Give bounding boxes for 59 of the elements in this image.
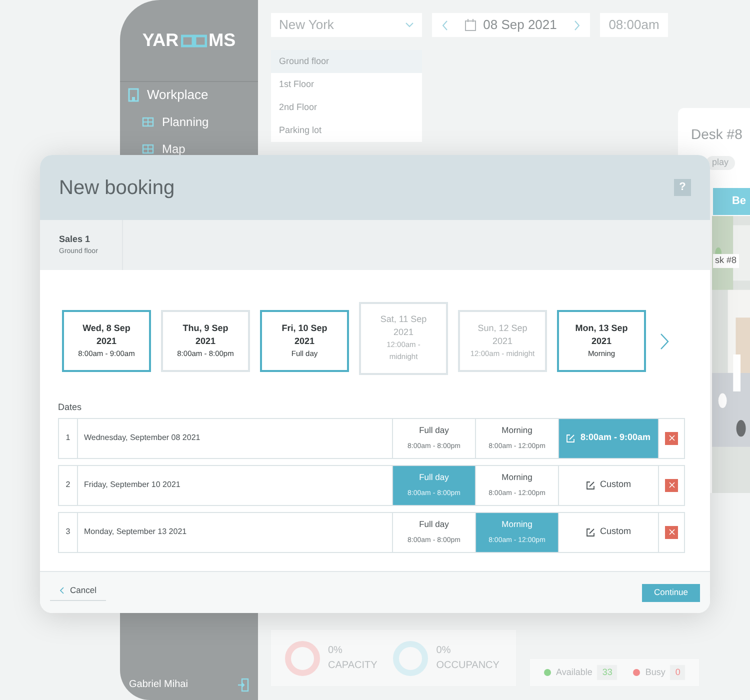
stat-label: OCCUPANCY xyxy=(436,659,500,673)
card-date: Thu, 9 Sep 2021 xyxy=(182,322,230,348)
delete-button[interactable] xyxy=(665,432,678,444)
grid-icon xyxy=(142,144,154,154)
help-button[interactable]: ? xyxy=(674,179,691,196)
count-badge: 33 xyxy=(597,664,618,680)
nav-subitem[interactable]: Map xyxy=(120,135,258,162)
card-date: Mon, 13 Sep 2021 xyxy=(574,322,629,348)
edit-icon xyxy=(586,480,595,490)
dialog-title: New booking xyxy=(59,176,175,200)
tag-chip: play xyxy=(706,156,735,170)
chevron-left-icon[interactable] xyxy=(442,20,448,30)
floor-item[interactable]: Ground floor xyxy=(271,50,422,73)
delete-button[interactable] xyxy=(665,478,678,492)
chevron-down-icon xyxy=(405,22,414,28)
stat-value: 0% xyxy=(436,644,452,658)
legend-label: Available xyxy=(556,666,592,679)
card-date: Sat, 11 Sep 2021 xyxy=(379,313,428,339)
close-icon xyxy=(668,435,674,441)
legend-label: Busy xyxy=(645,666,666,679)
room-name: Sales 1 xyxy=(59,233,92,246)
row-number: 1 xyxy=(59,418,78,458)
continue-button[interactable]: Continue xyxy=(642,584,700,602)
user-name: Gabriel Mihai xyxy=(129,678,188,692)
stat-value: 0% xyxy=(328,644,344,658)
building-icon xyxy=(128,88,139,102)
close-icon xyxy=(668,482,674,488)
grid-icon xyxy=(142,116,154,126)
card-date: Wed, 8 Sep 2021 xyxy=(82,322,132,348)
edit-icon xyxy=(586,528,595,536)
nav-item[interactable]: Workplace xyxy=(120,82,258,108)
delete-button[interactable] xyxy=(665,526,678,538)
chevron-right-icon[interactable] xyxy=(660,332,669,350)
book-button[interactable]: Be xyxy=(713,188,750,215)
chevron-right-icon[interactable] xyxy=(574,20,580,30)
date-text: 08 Sep 2021 xyxy=(483,16,557,34)
time-field[interactable]: 08:00am xyxy=(600,13,668,37)
cancel-button[interactable]: Cancel xyxy=(50,584,106,601)
date-picker[interactable]: 08 Sep 2021 xyxy=(432,13,590,37)
logo-text: MS xyxy=(208,29,236,52)
card-date: Sun, 12 Sep 2021 xyxy=(476,322,528,348)
dates-label: Dates xyxy=(58,401,83,414)
chevron-left-icon xyxy=(60,587,64,594)
logo-text: YAR xyxy=(142,29,179,52)
logo-icon xyxy=(180,34,207,48)
location-select[interactable]: New York xyxy=(271,13,422,37)
calendar-icon xyxy=(465,19,476,31)
desk-title: Desk #8 xyxy=(691,125,742,144)
edit-icon xyxy=(566,434,576,442)
row-number: 3 xyxy=(59,512,78,552)
logout-icon[interactable] xyxy=(238,678,249,692)
nav-subitem[interactable]: Planning xyxy=(120,108,258,135)
count-badge: 0 xyxy=(670,664,686,680)
row-number: 2 xyxy=(59,466,78,504)
map-label: sk #8 xyxy=(713,254,739,268)
custom-option[interactable]: 8:00am - 9:00am xyxy=(559,418,658,458)
close-icon xyxy=(668,529,674,535)
stat-label: CAPACITY xyxy=(328,659,378,673)
card-date: Fri, 10 Sep 2021 xyxy=(280,322,328,348)
